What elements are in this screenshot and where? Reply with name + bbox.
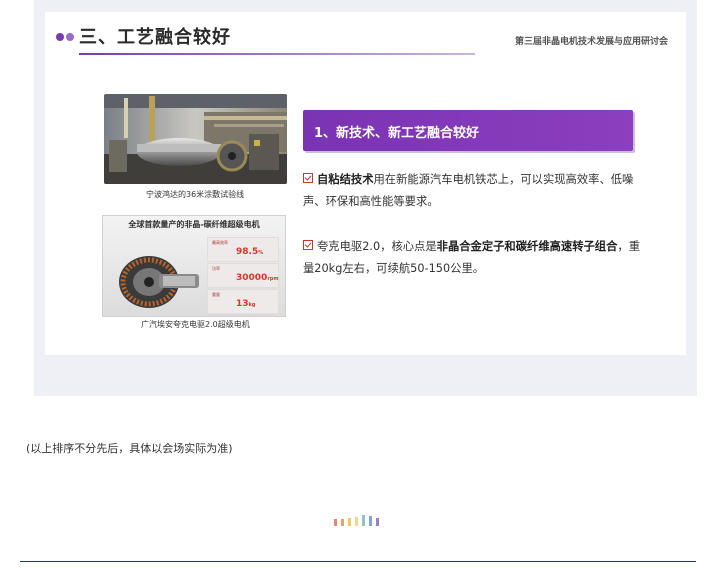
decor-bar [369,516,372,526]
footer-note: (以上排序不分先后，具体以会场实际为准) [26,442,233,455]
ad-stat-speed: 功率 30000rpm [207,263,279,288]
ad-stat-value: 98.5% [236,247,264,257]
section-banner-text: 1、新技术、新工艺融合较好 [314,126,480,141]
decor-bar [362,515,365,526]
photo1-caption: 宁波鸿达的36米涂敷试验线 [146,190,245,199]
motor-illustration [119,256,199,308]
decor-bar [376,518,379,526]
paragraph-adhesive-tech: 自粘结技术用在新能源汽车电机铁芯上，可以实现高效率、低噪声、环保和高性能等要求。 [303,169,643,213]
section-banner: 1、新技术、新工艺融合较好 [303,110,633,151]
bottom-divider [20,561,696,562]
motor-ad-image: 全球首款量产的非晶-碳纤维超级电机 最高效率 98.5% 功率 30000rpm… [102,215,286,317]
decor-bar [355,517,358,526]
decor-bar [348,518,351,526]
coating-line-photo [104,94,287,184]
ad-title: 全球首款量产的非晶-碳纤维超级电机 [128,220,260,229]
title-dot-1 [56,33,64,41]
paragraph-text: 夸克电驱2.0，核心点是 [317,240,437,253]
checkbox-icon [303,240,313,250]
title-dot-2 [66,33,74,41]
slide: 三、工艺融合较好 第三届非晶电机技术发展与应用研讨会 宁波鸿达的36米涂敷试验线… [45,12,686,355]
ad-stat-value: 30000rpm [236,273,279,283]
conference-name: 第三届非晶电机技术发展与应用研讨会 [514,37,668,47]
paragraph-bold: 非晶合金定子和碳纤维高速转子组合 [436,240,618,253]
ad-stat-label: 最高效率 [212,240,228,245]
paragraph-bold: 自粘结技术 [317,173,374,186]
title-underline [79,53,475,55]
ad-stat-efficiency: 最高效率 98.5% [207,237,279,262]
decor-bar [334,519,337,526]
ad-stat-label: 重量 [212,292,220,297]
ad-stat-value: 13kg [236,299,256,309]
slide-title: 三、工艺融合较好 [79,27,231,48]
decor-bar [341,519,344,526]
paragraph-quark-drive: 夸克电驱2.0，核心点是非晶合金定子和碳纤维高速转子组合，重量20kg左右，可续… [303,236,643,280]
ad-stat-weight: 重量 13kg [207,289,279,314]
checkbox-icon [303,173,313,183]
title-dots [56,33,76,42]
factory-image [104,94,287,184]
photo2-caption: 广汽埃安夸克电驱2.0超级电机 [141,320,250,329]
ad-stat-label: 功率 [212,266,220,271]
